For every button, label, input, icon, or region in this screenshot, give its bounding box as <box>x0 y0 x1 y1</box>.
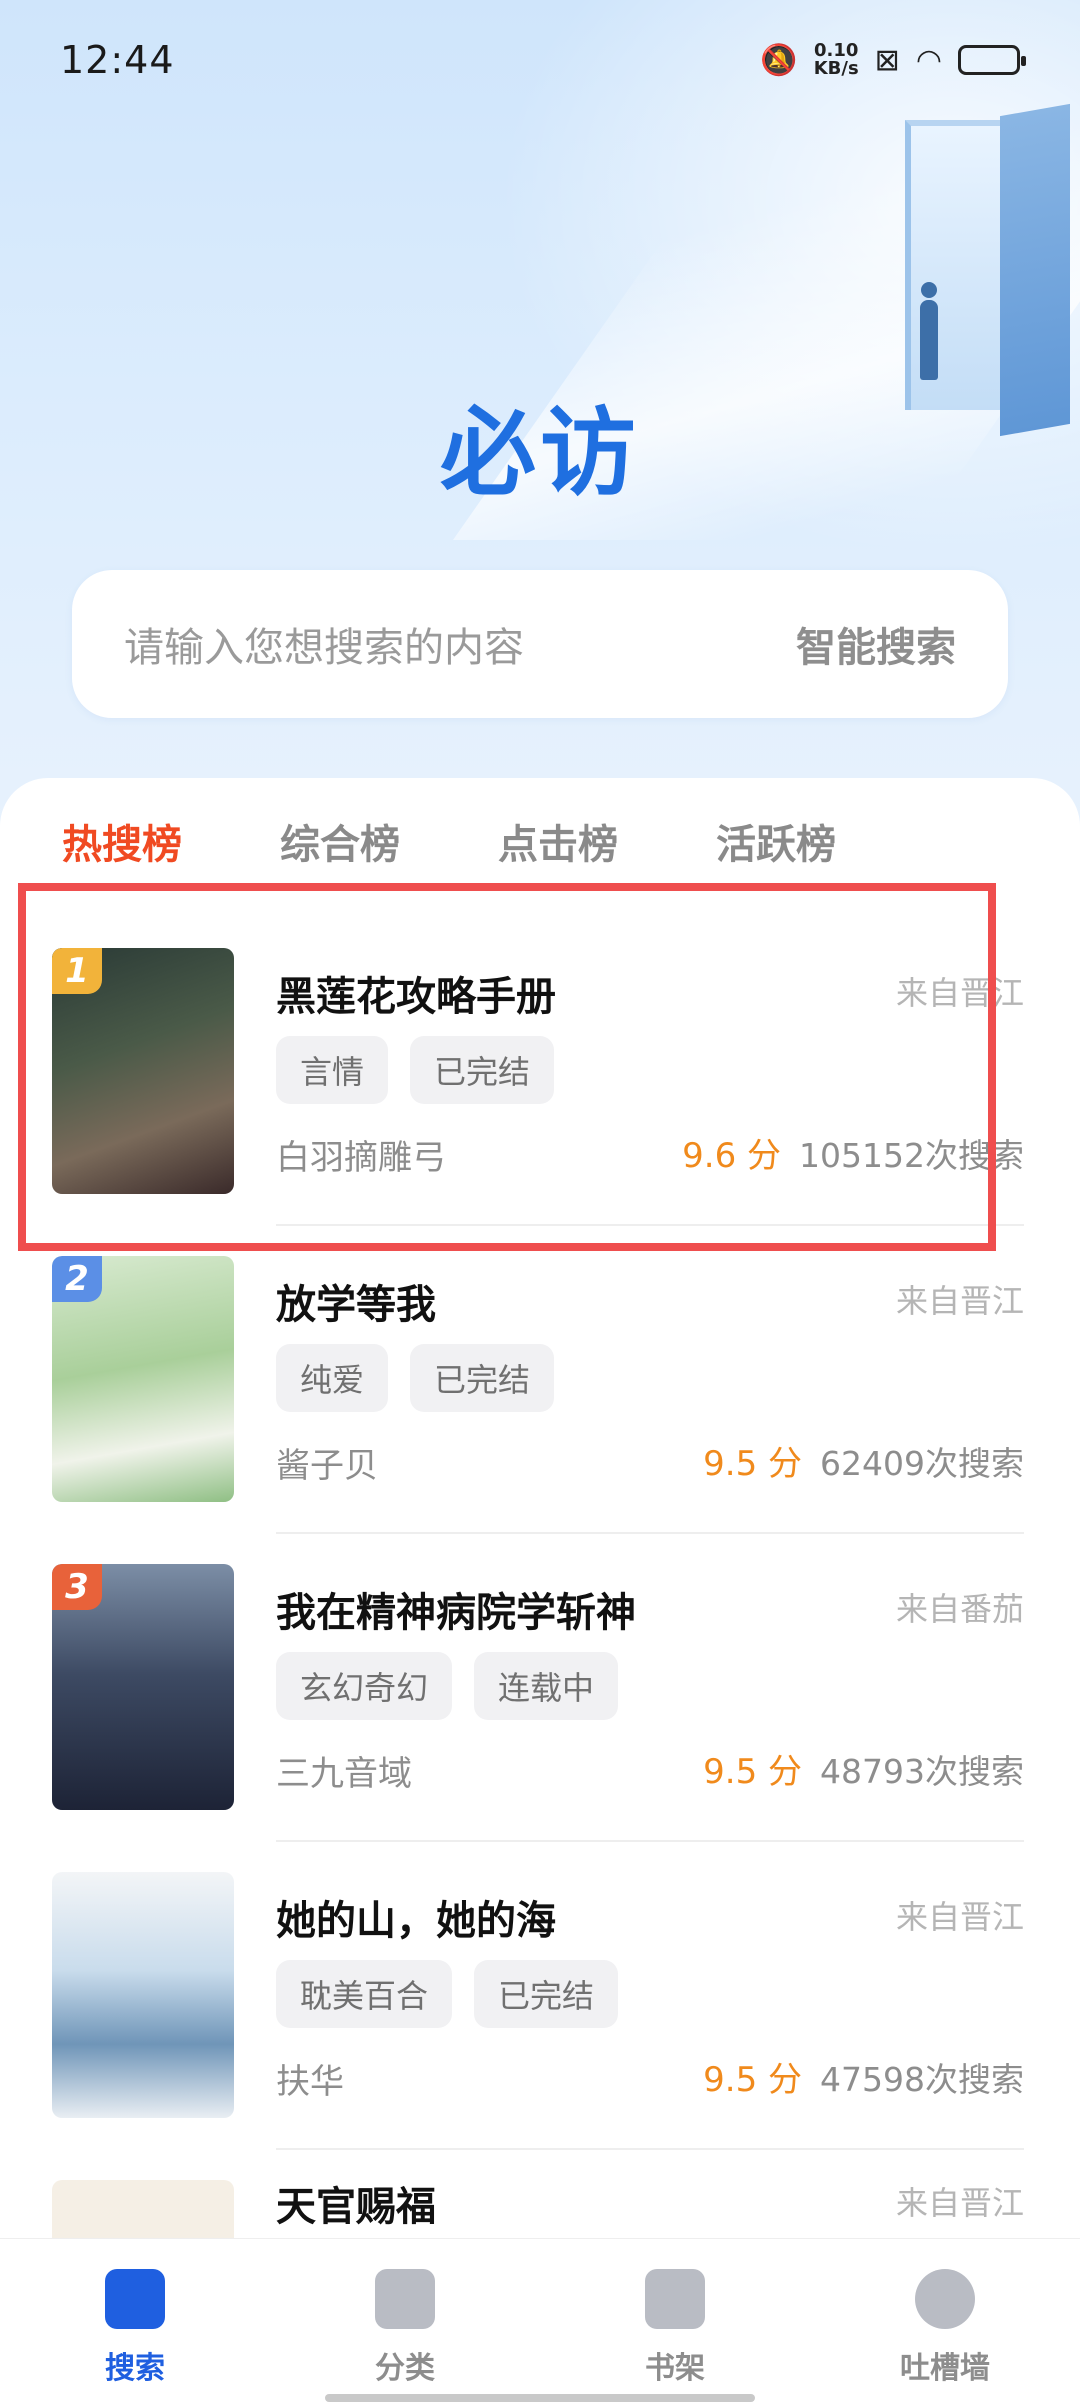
book-source: 来自番茄 <box>895 1590 1024 1628</box>
bookshelf-icon <box>645 2269 705 2329</box>
search-input[interactable]: 请输入您想搜索的内容 <box>124 615 524 673</box>
sim-off-icon: ⊠ <box>874 42 900 78</box>
network-speed-unit: KB/s <box>813 58 859 79</box>
genre-tag: 玄幻奇幻 <box>276 1652 453 1720</box>
ranking-tabs: 热搜榜 综合榜 点击榜 活跃榜 <box>0 812 1080 892</box>
status-tag: 连载中 <box>474 1652 619 1720</box>
nav-search[interactable]: 搜索 <box>0 2239 270 2408</box>
category-grid-icon <box>375 2269 435 2329</box>
book-item[interactable]: 2 放学等我 来自晋江 纯爱 已完结 酱子贝 9.5 分 62409次搜索 <box>0 1248 1080 1538</box>
rank-badge: 2 <box>52 1256 102 1302</box>
book-source: 来自晋江 <box>895 2184 1024 2222</box>
status-icons: 🔕 0.10 KB/s ⊠ ◠ <box>760 42 1026 78</box>
book-author: 扶华 <box>276 2062 344 2102</box>
book-title[interactable]: 她的山，她的海 <box>276 1888 556 1946</box>
book-title[interactable]: 天官赐福 <box>276 2174 436 2232</box>
highlight-box <box>18 883 996 1251</box>
tab-hot-search[interactable]: 热搜榜 <box>62 812 280 892</box>
book-score: 9.5 分 <box>703 1444 803 1484</box>
mute-notification-icon: 🔕 <box>760 42 798 78</box>
book-cover[interactable] <box>52 1872 234 2118</box>
book-tags: 纯爱 已完结 <box>276 1344 555 1412</box>
book-item[interactable]: 3 我在精神病院学斩神 来自番茄 玄幻奇幻 连载中 三九音域 9.5 分 487… <box>0 1556 1080 1846</box>
status-bar: 12:44 🔕 0.10 KB/s ⊠ ◠ <box>0 0 1080 120</box>
nav-bookshelf[interactable]: 书架 <box>540 2239 810 2408</box>
home-indicator[interactable] <box>325 2394 755 2402</box>
nav-comment-wall-label: 吐槽墙 <box>900 2351 990 2386</box>
book-item[interactable]: 她的山，她的海 来自晋江 耽美百合 已完结 扶华 9.5 分 47598次搜索 <box>0 1864 1080 2154</box>
search-count: 48793次搜索 <box>820 1752 1024 1791</box>
book-cover[interactable] <box>52 2180 234 2238</box>
book-score: 9.5 分 <box>703 2060 803 2100</box>
nav-bookshelf-label: 书架 <box>645 2351 705 2386</box>
book-title[interactable]: 我在精神病院学斩神 <box>276 1580 636 1638</box>
nav-search-label: 搜索 <box>105 2351 165 2386</box>
nav-category[interactable]: 分类 <box>270 2239 540 2408</box>
genre-tag: 耽美百合 <box>276 1960 453 2028</box>
nav-category-label: 分类 <box>375 2351 435 2386</box>
book-cover[interactable]: 2 <box>52 1256 234 1502</box>
status-time: 12:44 <box>60 38 175 82</box>
app-logo: 必访 <box>440 397 640 509</box>
genre-tag: 纯爱 <box>276 1344 389 1412</box>
nav-comment-wall[interactable]: 吐槽墙 <box>810 2239 1080 2408</box>
battery-icon <box>958 45 1026 75</box>
tab-clicks[interactable]: 点击榜 <box>498 812 716 892</box>
book-source: 来自晋江 <box>895 1282 1024 1320</box>
bottom-navigation: 搜索 分类 书架 吐槽墙 <box>0 2238 1080 2408</box>
search-count: 47598次搜索 <box>820 2060 1024 2099</box>
tab-active[interactable]: 活跃榜 <box>716 812 934 892</box>
status-tag: 已完结 <box>474 1960 619 2028</box>
book-meta: 9.5 分 48793次搜索 <box>703 1744 1024 1793</box>
book-item[interactable]: 天官赐福 来自晋江 <box>0 2172 1080 2238</box>
book-tags: 耽美百合 已完结 <box>276 1960 619 2028</box>
book-score: 9.5 分 <box>703 1752 803 1792</box>
comment-wall-icon <box>915 2269 975 2329</box>
tab-overall[interactable]: 综合榜 <box>280 812 498 892</box>
smart-search-button[interactable]: 智能搜索 <box>796 615 956 673</box>
book-meta: 9.5 分 62409次搜索 <box>703 1436 1024 1485</box>
book-author: 三九音域 <box>276 1754 412 1794</box>
status-tag: 已完结 <box>410 1344 555 1412</box>
search-bar[interactable]: 请输入您想搜索的内容 智能搜索 <box>72 570 1008 718</box>
network-speed: 0.10 KB/s <box>814 42 859 78</box>
row-divider <box>276 1840 1024 1842</box>
book-title[interactable]: 放学等我 <box>276 1272 436 1330</box>
search-count: 62409次搜索 <box>820 1444 1024 1483</box>
row-divider <box>276 1532 1024 1534</box>
book-tags: 玄幻奇幻 连载中 <box>276 1652 619 1720</box>
search-icon <box>105 2269 165 2329</box>
book-meta: 9.5 分 47598次搜索 <box>703 2052 1024 2101</box>
book-author: 酱子贝 <box>276 1446 378 1486</box>
book-source: 来自晋江 <box>895 1898 1024 1936</box>
wifi-icon: ◠ <box>915 42 942 78</box>
rank-badge: 3 <box>52 1564 102 1610</box>
row-divider <box>276 2148 1024 2150</box>
person-silhouette <box>920 282 938 380</box>
book-cover[interactable]: 3 <box>52 1564 234 1810</box>
